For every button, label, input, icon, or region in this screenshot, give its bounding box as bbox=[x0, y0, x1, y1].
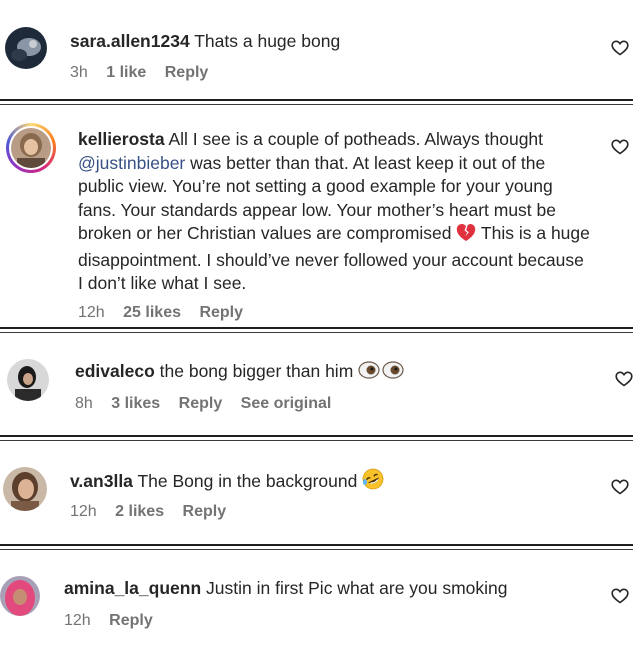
comment-text: edivaleco the bong bigger than him bbox=[75, 360, 406, 387]
comment-meta: 12h 2 likes Reply bbox=[70, 503, 240, 521]
avatar[interactable] bbox=[0, 576, 40, 616]
username-link[interactable]: v.an3lla bbox=[70, 471, 133, 491]
comment-text: sara.allen1234 Thats a huge bong bbox=[70, 30, 340, 54]
comment-meta: 12h 25 likes Reply bbox=[78, 304, 257, 322]
mention-link[interactable]: @justinbieber bbox=[78, 153, 185, 173]
comment-kellierosta: kellierosta All I see is a couple of pot… bbox=[0, 105, 633, 327]
likes-count[interactable]: 25 likes bbox=[123, 304, 181, 321]
username-link[interactable]: sara.allen1234 bbox=[70, 31, 190, 51]
broken-heart-icon bbox=[456, 223, 476, 249]
comment-meta: 3h 1 like Reply bbox=[70, 64, 222, 82]
comment-body: Thats a huge bong bbox=[194, 31, 341, 51]
username-link[interactable]: amina_la_quenn bbox=[64, 578, 201, 598]
comment-text: v.an3lla The Bong in the background bbox=[70, 468, 384, 497]
comment-meta: 8h 3 likes Reply See original bbox=[75, 395, 345, 413]
timestamp: 8h bbox=[75, 395, 93, 412]
timestamp: 12h bbox=[64, 612, 91, 629]
reply-button[interactable]: Reply bbox=[165, 64, 209, 81]
likes-count[interactable]: 3 likes bbox=[111, 395, 160, 412]
timestamp: 3h bbox=[70, 64, 88, 81]
comment-text: amina_la_quenn Justin in first Pic what … bbox=[64, 577, 508, 601]
timestamp: 12h bbox=[78, 304, 105, 321]
separator bbox=[0, 99, 633, 101]
separator bbox=[0, 435, 633, 437]
comment-body: the bong bigger than him bbox=[159, 361, 354, 381]
eyes-icon bbox=[358, 360, 406, 387]
separator bbox=[0, 327, 633, 329]
reply-button[interactable]: Reply bbox=[179, 395, 223, 412]
likes-count[interactable]: 2 likes bbox=[115, 503, 164, 520]
like-heart-icon[interactable] bbox=[611, 479, 629, 495]
avatar[interactable] bbox=[5, 27, 47, 69]
reply-button[interactable]: Reply bbox=[183, 503, 227, 520]
comment-amina-la-quenn: amina_la_quenn Justin in first Pic what … bbox=[0, 550, 633, 645]
reply-button[interactable]: Reply bbox=[109, 612, 153, 629]
timestamp: 12h bbox=[70, 503, 97, 520]
rofl-icon bbox=[362, 468, 384, 497]
comment-text: kellierosta All I see is a couple of pot… bbox=[78, 128, 593, 296]
comment-edivaleco: edivaleco the bong bigger than him 8h 3 … bbox=[0, 333, 633, 433]
comment-body: Justin in first Pic what are you smoking bbox=[206, 578, 508, 598]
see-original-button[interactable]: See original bbox=[241, 395, 332, 412]
story-ring[interactable] bbox=[6, 123, 56, 173]
comment-meta: 12h Reply bbox=[64, 612, 167, 630]
reply-button[interactable]: Reply bbox=[199, 304, 243, 321]
comment-sara-allen1234: sara.allen1234 Thats a huge bong 3h 1 li… bbox=[0, 0, 633, 100]
avatar[interactable] bbox=[3, 467, 47, 511]
avatar[interactable] bbox=[7, 359, 49, 401]
like-heart-icon[interactable] bbox=[611, 588, 629, 604]
like-heart-icon[interactable] bbox=[611, 139, 629, 155]
like-heart-icon[interactable] bbox=[615, 371, 633, 387]
username-link[interactable]: edivaleco bbox=[75, 361, 155, 381]
comment-body: All I see is a couple of potheads. Alway… bbox=[168, 129, 544, 149]
comment-v-an3lla: v.an3lla The Bong in the background 12h … bbox=[0, 441, 633, 545]
like-heart-icon[interactable] bbox=[611, 40, 629, 56]
comment-body: The Bong in the background bbox=[137, 471, 358, 491]
separator bbox=[0, 544, 633, 546]
avatar[interactable] bbox=[11, 128, 51, 168]
username-link[interactable]: kellierosta bbox=[78, 129, 165, 149]
likes-count[interactable]: 1 like bbox=[106, 64, 146, 81]
